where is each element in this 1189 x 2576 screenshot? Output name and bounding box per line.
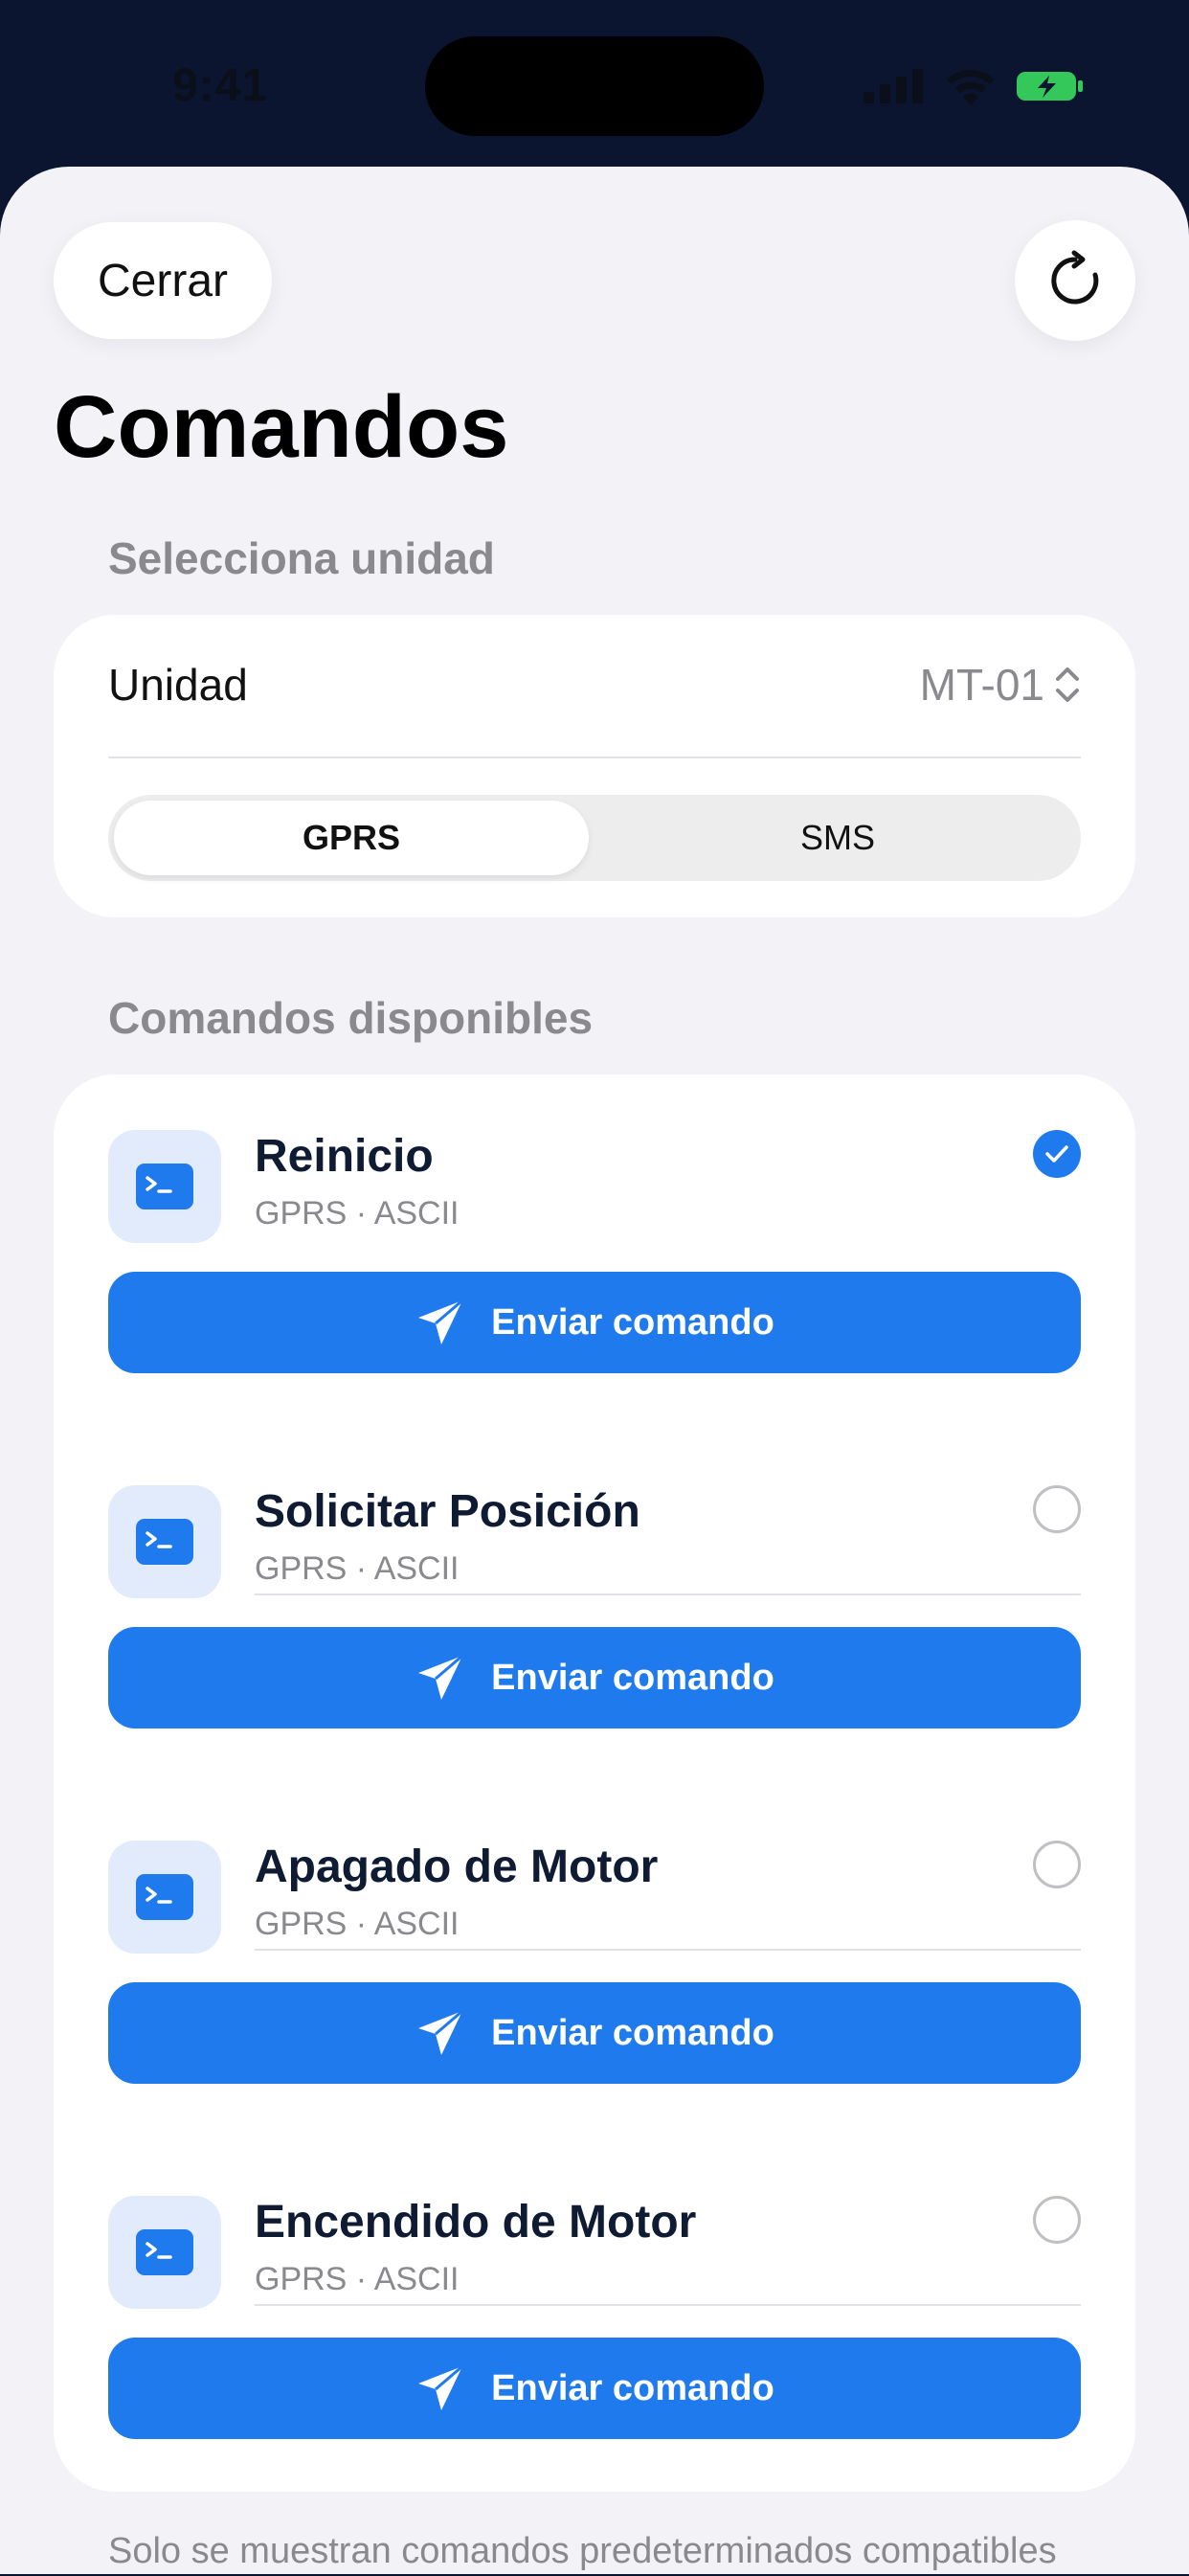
commands-section-label: Comandos disponibles	[108, 993, 594, 1043]
unit-value: MT-01	[919, 660, 1044, 710]
unit-section-label: Selecciona unidad	[108, 533, 495, 583]
unit-card: Unidad MT-01 GPRS SMS	[54, 615, 1135, 917]
send-command-button[interactable]: Enviar comando	[108, 1627, 1081, 1729]
checkmark-icon	[1045, 1145, 1068, 1163]
send-command-button[interactable]: Enviar comando	[108, 1272, 1081, 1373]
terminal-icon	[108, 1485, 221, 1598]
command-subtitle: GPRS · ASCII	[255, 1195, 460, 1232]
refresh-icon	[1051, 250, 1099, 305]
commands-card: Reinicio GPRS · ASCII Enviar comando Sol…	[54, 1074, 1135, 2492]
command-subtitle: GPRS · ASCII	[255, 2261, 460, 2297]
commands-sheet: Cerrar Comandos Selecciona unidad Unidad…	[0, 167, 1189, 2574]
status-bar: 9:41	[0, 0, 1189, 168]
footer-note: Solo se muestran comandos predeterminado…	[108, 2531, 1057, 2571]
terminal-icon	[108, 2196, 221, 2309]
command-item[interactable]: Encendido de Motor GPRS · ASCII Enviar c…	[108, 2196, 1081, 2504]
send-command-label: Enviar comando	[491, 1301, 774, 1343]
command-name: Apagado de Motor	[255, 1842, 659, 1892]
command-item[interactable]: Solicitar Posición GPRS · ASCII Enviar c…	[108, 1485, 1081, 1794]
command-name: Encendido de Motor	[255, 2197, 697, 2248]
send-command-label: Enviar comando	[491, 2367, 774, 2408]
channel-segmented-control: GPRS SMS	[108, 795, 1081, 881]
unit-picker[interactable]: MT-01	[920, 659, 1081, 711]
terminal-icon	[108, 1130, 221, 1243]
wifi-icon	[947, 69, 995, 105]
segment-gprs[interactable]: GPRS	[114, 801, 589, 875]
dynamic-island	[425, 36, 764, 136]
segment-sms[interactable]: SMS	[600, 801, 1075, 875]
unit-picker-row[interactable]: Unidad MT-01	[108, 615, 1081, 758]
command-subtitle: GPRS · ASCII	[255, 1550, 460, 1587]
command-item[interactable]: Reinicio GPRS · ASCII Enviar comando	[108, 1130, 1081, 1438]
paper-plane-icon	[418, 1299, 464, 1344]
send-command-label: Enviar comando	[491, 2012, 774, 2053]
status-time: 9:41	[172, 60, 269, 111]
command-name: Solicitar Posición	[255, 1486, 640, 1537]
battery-icon	[1017, 72, 1083, 101]
command-item[interactable]: Apagado de Motor GPRS · ASCII Enviar com…	[108, 1841, 1081, 2149]
command-subtitle: GPRS · ASCII	[255, 1906, 460, 1942]
command-radio-selected[interactable]	[1033, 1130, 1081, 1178]
paper-plane-icon	[418, 2364, 464, 2410]
send-command-button[interactable]: Enviar comando	[108, 2338, 1081, 2439]
command-name: Reinicio	[255, 1131, 434, 1182]
command-radio[interactable]	[1033, 1485, 1081, 1533]
refresh-button[interactable]	[1015, 220, 1135, 341]
command-radio[interactable]	[1033, 1841, 1081, 1888]
status-icons	[864, 67, 1084, 105]
close-button[interactable]: Cerrar	[54, 222, 272, 339]
paper-plane-icon	[418, 1654, 464, 1700]
send-command-button[interactable]: Enviar comando	[108, 1982, 1081, 2084]
paper-plane-icon	[418, 2009, 464, 2055]
page-title: Comandos	[54, 378, 509, 476]
chevron-up-down-icon	[1056, 667, 1079, 702]
cellular-signal-icon	[864, 69, 923, 103]
unit-label: Unidad	[108, 660, 248, 710]
command-radio[interactable]	[1033, 2196, 1081, 2244]
send-command-label: Enviar comando	[491, 1657, 774, 1698]
terminal-icon	[108, 1841, 221, 1954]
